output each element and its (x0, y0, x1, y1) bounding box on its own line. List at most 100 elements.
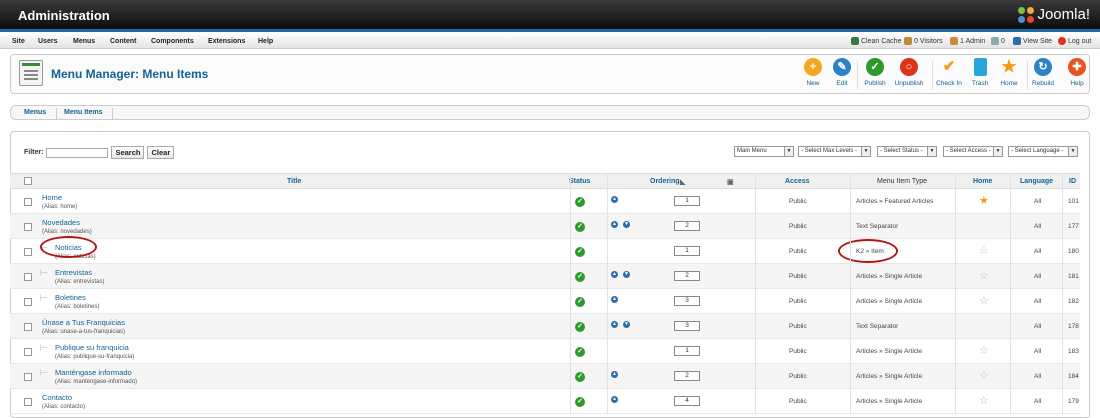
arrow-up-icon[interactable]: ▲ (611, 371, 618, 378)
ordering-input[interactable]: 4 (674, 396, 700, 406)
ordering-input[interactable]: 3 (674, 296, 700, 306)
menu-components[interactable]: Components (151, 38, 194, 45)
col-id[interactable]: ID (1069, 178, 1076, 185)
arrow-up-icon[interactable]: ▲ (611, 296, 618, 303)
unpublish-button[interactable]: ○ Unpublish (889, 58, 929, 87)
item-title-link[interactable]: Novedades (42, 218, 80, 227)
col-title[interactable]: Title (287, 178, 301, 185)
annotation-circle-title (40, 236, 97, 258)
menu-item-type: Text Separator (856, 323, 899, 330)
language-select[interactable]: - Select Language - ▼ (1008, 146, 1078, 157)
published-check-icon[interactable]: ✓ (575, 297, 585, 307)
select-all-checkbox[interactable] (24, 177, 32, 185)
view-site-link[interactable]: View Site (1013, 37, 1052, 45)
item-title-link[interactable]: Únase a Tus Franquicias (42, 318, 125, 327)
item-title-link[interactable]: Publique su franquicia (55, 343, 129, 352)
ordering-input[interactable]: 2 (674, 371, 700, 381)
row-checkbox[interactable] (24, 348, 32, 356)
menu-select[interactable]: Main Menu ▼ (734, 146, 794, 157)
item-alias: (Alias: home) (42, 204, 78, 210)
access-level[interactable]: Public (789, 298, 807, 305)
item-title-link[interactable]: Home (42, 193, 62, 202)
home-star-icon[interactable]: ☆ (979, 346, 989, 357)
access-level[interactable]: Public (789, 398, 807, 405)
messages-count[interactable]: 0 (991, 37, 1005, 45)
arrow-up-icon[interactable]: ▲ (611, 321, 618, 328)
access-level[interactable]: Public (789, 223, 807, 230)
home-star-icon[interactable]: ☆ (979, 371, 989, 382)
arrow-down-icon[interactable]: ▼ (623, 321, 630, 328)
max-levels-select[interactable]: - Select Max Levels - ▼ (798, 146, 871, 157)
arrow-up-icon[interactable]: ▲ (611, 396, 618, 403)
home-default-star-icon[interactable]: ★ (979, 196, 989, 207)
home-star-icon[interactable]: ☆ (979, 271, 989, 282)
filter-input[interactable] (46, 147, 109, 158)
ordering-input[interactable]: 2 (674, 271, 700, 281)
tab-menu-items[interactable]: Menu Items (64, 109, 103, 116)
access-level[interactable]: Public (789, 323, 807, 330)
chevron-down-icon: ▼ (927, 147, 936, 156)
row-checkbox[interactable] (24, 273, 32, 281)
published-check-icon[interactable]: ✓ (575, 197, 585, 207)
menu-menus[interactable]: Menus (73, 38, 95, 45)
item-title-link[interactable]: Entrevistas (55, 268, 92, 277)
col-access[interactable]: Access (785, 178, 810, 185)
row-checkbox[interactable] (24, 248, 32, 256)
logout-link[interactable]: Log out (1058, 37, 1091, 45)
row-checkbox[interactable] (24, 298, 32, 306)
access-level[interactable]: Public (789, 373, 807, 380)
published-check-icon[interactable]: ✓ (575, 322, 585, 332)
arrow-down-icon[interactable]: ▼ (623, 221, 630, 228)
menu-site[interactable]: Site (12, 38, 25, 45)
item-title-link[interactable]: Contacto (42, 393, 72, 402)
ordering-input[interactable]: 1 (674, 246, 700, 256)
col-ordering[interactable]: Ordering (650, 178, 680, 185)
ordering-input[interactable]: 2 (674, 221, 700, 231)
published-check-icon[interactable]: ✓ (575, 247, 585, 257)
clear-button[interactable]: Clear (147, 146, 175, 159)
col-home[interactable]: Home (973, 178, 992, 185)
help-button[interactable]: ✚ Help (1057, 58, 1097, 87)
menu-help[interactable]: Help (258, 38, 273, 45)
arrow-up-icon[interactable]: ▲ (611, 221, 618, 228)
published-check-icon[interactable]: ✓ (575, 397, 585, 407)
home-star-icon[interactable]: ☆ (979, 296, 989, 307)
access-level[interactable]: Public (789, 198, 807, 205)
home-star-icon[interactable]: ☆ (979, 246, 989, 257)
search-button[interactable]: Search (111, 146, 145, 159)
ordering-input[interactable]: 3 (674, 321, 700, 331)
item-title-link[interactable]: Boletines (55, 293, 86, 302)
arrow-down-icon[interactable]: ▼ (623, 271, 630, 278)
published-check-icon[interactable]: ✓ (575, 272, 585, 282)
access-level[interactable]: Public (789, 348, 807, 355)
tab-menus[interactable]: Menus (24, 109, 46, 116)
access-select[interactable]: - Select Access - ▼ (943, 146, 1003, 157)
menu-extensions[interactable]: Extensions (208, 38, 245, 45)
published-check-icon[interactable]: ✓ (575, 372, 585, 382)
item-alias: (Alias: unase-a-tus-franquicias) (42, 329, 126, 335)
menu-users[interactable]: Users (38, 38, 57, 45)
column-divider (955, 173, 956, 414)
row-checkbox[interactable] (24, 398, 32, 406)
home-star-icon[interactable]: ☆ (979, 396, 989, 407)
col-language[interactable]: Language (1020, 178, 1053, 185)
row-checkbox[interactable] (24, 198, 32, 206)
arrow-up-icon[interactable]: ▲ (611, 196, 618, 203)
status-select[interactable]: - Select Status - ▼ (877, 146, 937, 157)
chevron-down-icon: ▼ (861, 147, 870, 156)
published-check-icon[interactable]: ✓ (575, 222, 585, 232)
row-checkbox[interactable] (24, 223, 32, 231)
row-checkbox[interactable] (24, 323, 32, 331)
access-level[interactable]: Public (789, 248, 807, 255)
clean-cache-link[interactable]: Clean Cache (851, 37, 901, 45)
ordering-input[interactable]: 1 (674, 196, 700, 206)
col-status[interactable]: Status (569, 178, 590, 185)
ordering-input[interactable]: 1 (674, 346, 700, 356)
row-checkbox[interactable] (24, 373, 32, 381)
published-check-icon[interactable]: ✓ (575, 347, 585, 357)
arrow-up-icon[interactable]: ▲ (611, 271, 618, 278)
item-title-link[interactable]: Manténgase informado (55, 368, 132, 377)
save-order-icon[interactable]: ▣ (727, 178, 734, 186)
access-level[interactable]: Public (789, 273, 807, 280)
menu-content[interactable]: Content (110, 38, 136, 45)
